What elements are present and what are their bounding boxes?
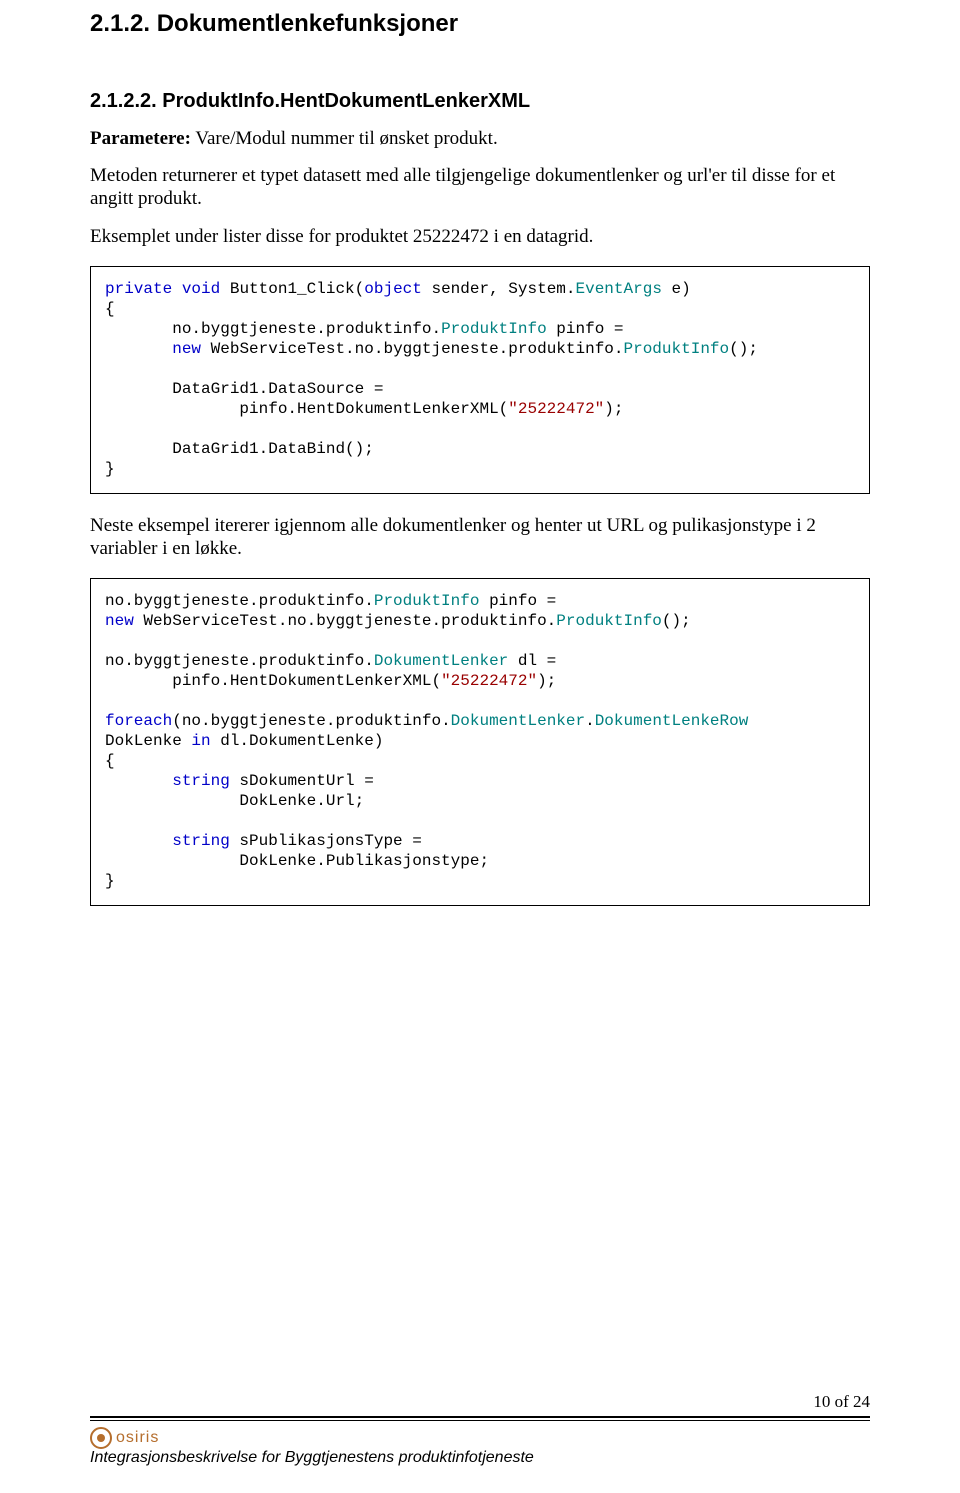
code-text: } (105, 872, 115, 890)
footer-logo: osiris (90, 1427, 159, 1449)
code-text: (); (729, 340, 758, 358)
code-text (105, 832, 172, 850)
code-text (105, 772, 172, 790)
code-text: pinfo.HentDokumentLenkerXML( (105, 672, 441, 690)
code-text: e) (662, 280, 691, 298)
code-text: { (105, 752, 115, 770)
heading-level-1: 2.1.2. Dokumentlenkefunksjoner (90, 10, 870, 38)
code-string: "25222472" (441, 672, 537, 690)
heading-level-2: 2.1.2.2. ProduktInfo.HentDokumentLenkerX… (90, 90, 870, 113)
code-text: DataGrid1.DataBind(); (105, 440, 374, 458)
page-number: 10 of 24 (90, 1392, 870, 1412)
code-text: (no.byggtjeneste.produktinfo. (172, 712, 450, 730)
code-text: . (585, 712, 595, 730)
paragraph-example-intro-1: Eksemplet under lister disse for produkt… (90, 225, 870, 248)
footer-title: Integrasjonsbeskrivelse for Byggtjeneste… (90, 1449, 870, 1467)
code-text: DokLenke.Url; (105, 792, 364, 810)
param-label: Parametere: (90, 128, 191, 149)
code-text: WebServiceTest.no.byggtjeneste.produktin… (134, 612, 556, 630)
param-text: Vare/Modul nummer til ønsket produkt. (191, 128, 498, 149)
code-block-1: private void Button1_Click(object sender… (90, 266, 870, 494)
footer-row: osiris (90, 1427, 870, 1449)
code-type: DokumentLenker (451, 712, 585, 730)
code-text: { (105, 300, 115, 318)
code-type: ProduktInfo (556, 612, 662, 630)
code-text: (); (662, 612, 691, 630)
code-text: } (105, 460, 115, 478)
code-text: pinfo = (479, 592, 556, 610)
code-type: DokumentLenker (374, 652, 508, 670)
code-text: ); (537, 672, 556, 690)
code-keyword: private (105, 280, 172, 298)
code-text: sDokumentUrl = (230, 772, 374, 790)
page-footer: 10 of 24 osiris Integrasjonsbeskrivelse … (90, 1392, 870, 1467)
code-text: no.byggtjeneste.produktinfo. (105, 320, 441, 338)
footer-rule-thick (90, 1416, 870, 1418)
code-type: ProduktInfo (441, 320, 547, 338)
code-text: ); (604, 400, 623, 418)
footer-rule-thin (90, 1420, 870, 1421)
code-keyword: string (172, 772, 230, 790)
code-keyword: object (364, 280, 422, 298)
code-text: sender, System. (422, 280, 576, 298)
code-text: DataGrid1.DataSource = (105, 380, 383, 398)
code-keyword: foreach (105, 712, 172, 730)
code-keyword: string (172, 832, 230, 850)
code-text: pinfo = (547, 320, 624, 338)
code-text: Button1_Click( (220, 280, 364, 298)
code-text (172, 280, 182, 298)
code-keyword: new (172, 340, 201, 358)
code-text: dl = (508, 652, 556, 670)
code-text: sPublikasjonsType = (230, 832, 422, 850)
code-text: WebServiceTest.no.byggtjeneste.produktin… (201, 340, 623, 358)
code-text: DokLenke.Publikasjonstype; (105, 852, 489, 870)
code-block-2: no.byggtjeneste.produktinfo.ProduktInfo … (90, 578, 870, 906)
code-text (105, 340, 172, 358)
paragraph-parameters: Parametere: Vare/Modul nummer til ønsket… (90, 127, 870, 150)
code-type: DokumentLenkeRow (595, 712, 749, 730)
paragraph-example-intro-2: Neste eksempel itererer igjennom alle do… (90, 514, 870, 560)
code-text: pinfo.HentDokumentLenkerXML( (105, 400, 508, 418)
code-type: ProduktInfo (624, 340, 730, 358)
logo-icon (90, 1427, 112, 1449)
code-type: ProduktInfo (374, 592, 480, 610)
code-type: EventArgs (576, 280, 662, 298)
code-text: no.byggtjeneste.produktinfo. (105, 592, 374, 610)
code-keyword: in (191, 732, 210, 750)
logo-text: osiris (116, 1429, 159, 1447)
code-text: DokLenke (105, 732, 191, 750)
code-string: "25222472" (508, 400, 604, 418)
code-text: no.byggtjeneste.produktinfo. (105, 652, 374, 670)
paragraph-description: Metoden returnerer et typet datasett med… (90, 164, 870, 210)
code-keyword: void (182, 280, 220, 298)
code-text: dl.DokumentLenke) (211, 732, 384, 750)
code-keyword: new (105, 612, 134, 630)
